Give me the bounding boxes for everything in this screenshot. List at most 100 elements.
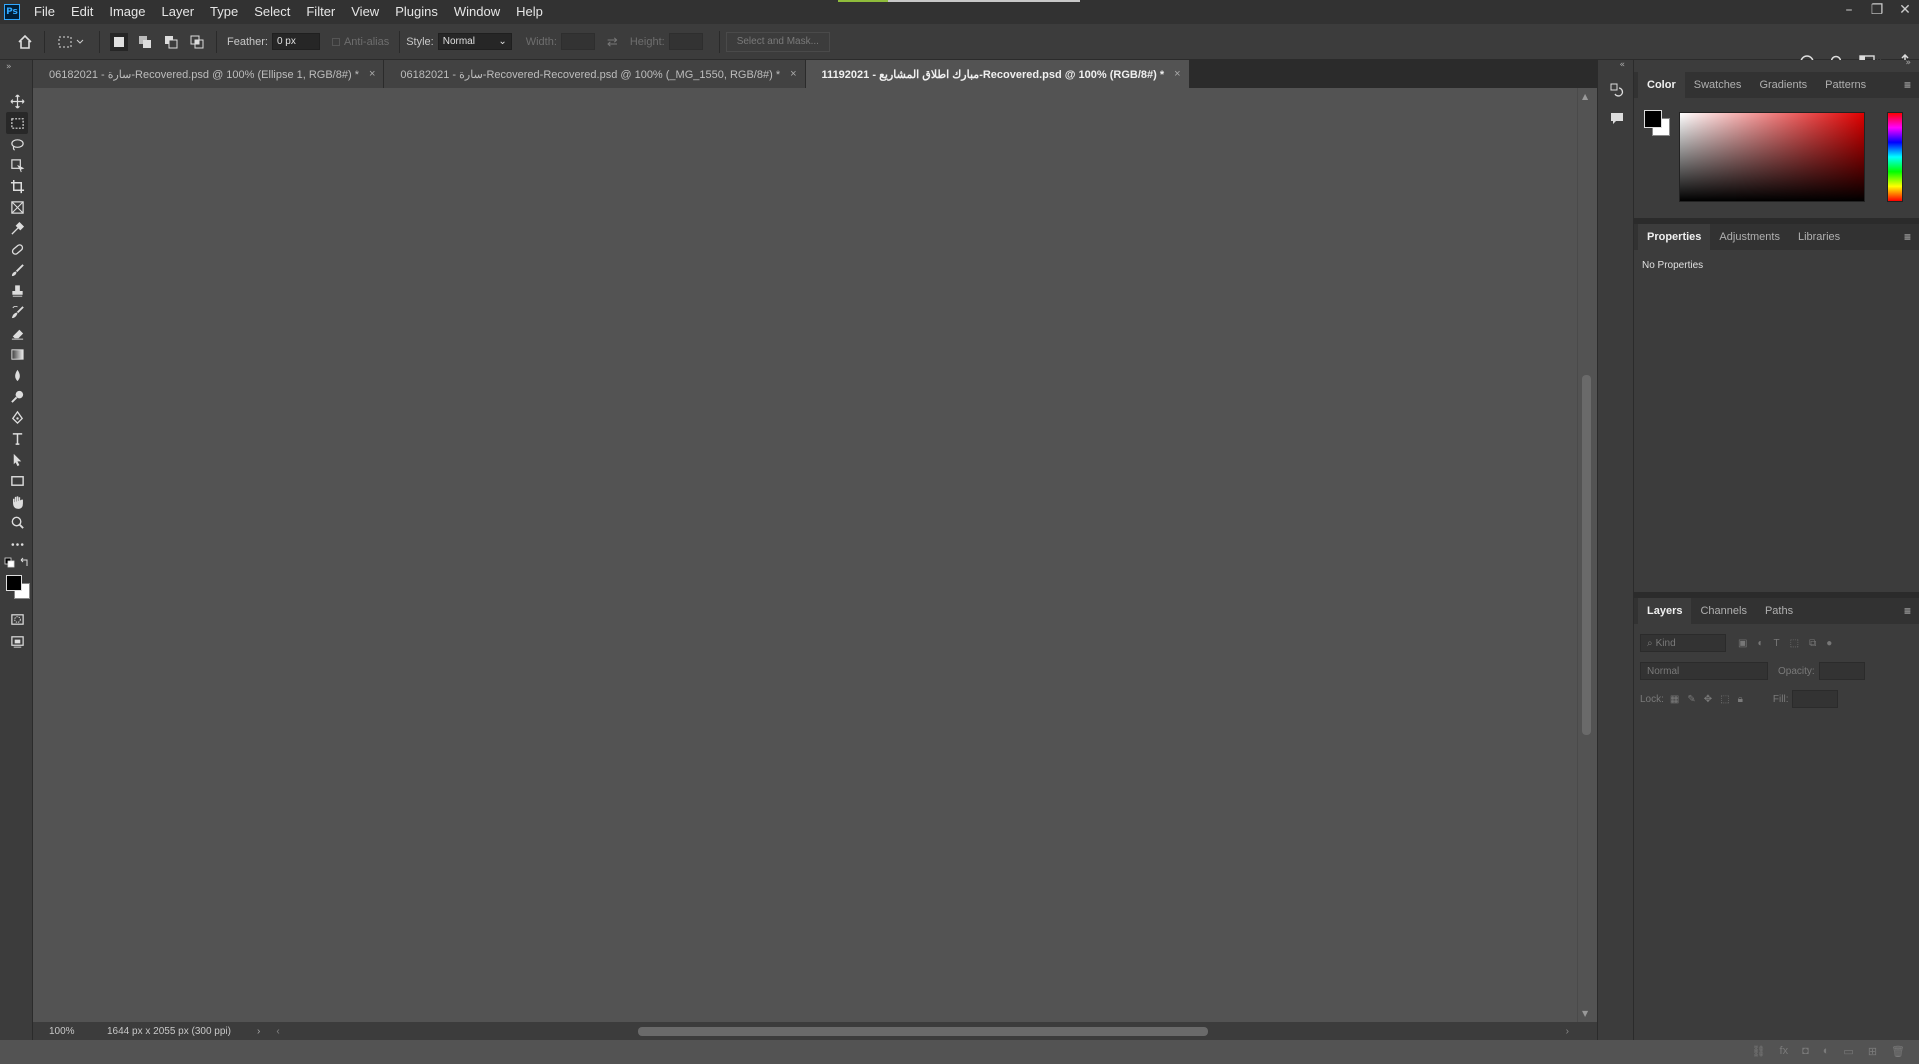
- type-tool[interactable]: [6, 427, 28, 449]
- eraser-tool[interactable]: [6, 322, 28, 344]
- rectangular-marquee-tool[interactable]: [6, 112, 28, 134]
- menu-image[interactable]: Image: [101, 0, 153, 24]
- opacity-input[interactable]: [1818, 662, 1865, 680]
- default-colors-control[interactable]: [4, 557, 30, 569]
- crop-tool[interactable]: [6, 175, 28, 197]
- vertical-scrollbar[interactable]: ▲ ▼: [1577, 88, 1597, 1022]
- menu-filter[interactable]: Filter: [298, 0, 343, 24]
- add-mask-icon[interactable]: ◘: [1802, 1045, 1809, 1057]
- panel-menu-icon[interactable]: ≡: [1904, 604, 1911, 618]
- tab-channels[interactable]: Channels: [1691, 598, 1755, 624]
- collapse-toolbar-icon[interactable]: »: [6, 62, 12, 72]
- width-input[interactable]: [560, 33, 595, 50]
- zoom-level[interactable]: 100%: [49, 1026, 107, 1037]
- filter-pixel-icon[interactable]: ▣: [1738, 638, 1747, 649]
- healing-brush-tool[interactable]: [6, 238, 28, 260]
- history-brush-tool[interactable]: [6, 301, 28, 323]
- close-window-button[interactable]: ✕: [1891, 0, 1919, 20]
- filter-toggle-icon[interactable]: ●: [1826, 638, 1832, 649]
- gradient-tool[interactable]: [6, 343, 28, 365]
- pen-tool[interactable]: [6, 406, 28, 428]
- close-tab-icon[interactable]: ×: [369, 68, 375, 80]
- blend-mode-select[interactable]: Normal: [1640, 662, 1768, 680]
- edit-toolbar-button[interactable]: [6, 533, 28, 555]
- intersect-selection-button[interactable]: [188, 33, 206, 51]
- comments-panel-button[interactable]: [1609, 110, 1625, 129]
- tab-libraries[interactable]: Libraries: [1789, 224, 1849, 250]
- close-tab-icon[interactable]: ×: [1174, 68, 1180, 80]
- status-menu-arrow-icon[interactable]: ›: [257, 1026, 260, 1037]
- rectangle-tool[interactable]: [6, 469, 28, 491]
- adjustment-layer-icon[interactable]: ◐: [1823, 1045, 1830, 1057]
- scroll-right-icon[interactable]: ›: [1566, 1026, 1569, 1037]
- tab-document-1[interactable]: 06182021 - سارة-Recovered.psd @ 100% (El…: [33, 60, 385, 88]
- horizontal-scroll-thumb[interactable]: [638, 1027, 1208, 1036]
- add-selection-button[interactable]: [136, 33, 154, 51]
- lock-all-icon[interactable]: 🔒︎: [1738, 694, 1743, 705]
- frame-tool[interactable]: [6, 196, 28, 218]
- scroll-left-icon[interactable]: ‹: [276, 1026, 279, 1037]
- filter-shape-icon[interactable]: ⬚: [1790, 638, 1799, 649]
- tab-layers[interactable]: Layers: [1638, 598, 1692, 624]
- filter-adjustment-icon[interactable]: ◐: [1757, 638, 1763, 649]
- tab-gradients[interactable]: Gradients: [1750, 72, 1816, 98]
- collapse-dock-icon[interactable]: «: [1619, 60, 1625, 70]
- blur-tool[interactable]: [6, 364, 28, 386]
- scroll-down-icon[interactable]: ▼: [1582, 1009, 1588, 1018]
- style-select[interactable]: Normal ⌄: [437, 33, 512, 50]
- lock-transparent-icon[interactable]: ▦: [1670, 694, 1679, 705]
- tab-swatches[interactable]: Swatches: [1685, 72, 1751, 98]
- menu-plugins[interactable]: Plugins: [387, 0, 446, 24]
- new-selection-button[interactable]: [110, 32, 128, 51]
- screen-mode-button[interactable]: [6, 630, 28, 652]
- foreground-color-chip[interactable]: [1644, 110, 1662, 128]
- tool-preset-picker[interactable]: [55, 33, 89, 51]
- menu-layer[interactable]: Layer: [154, 0, 203, 24]
- tab-document-2[interactable]: 06182021 - سارة-Recovered-Recovered.psd …: [384, 60, 806, 88]
- quick-mask-button[interactable]: [6, 608, 28, 630]
- path-selection-tool[interactable]: [6, 448, 28, 470]
- tab-properties[interactable]: Properties: [1638, 224, 1711, 250]
- height-input[interactable]: [668, 33, 703, 50]
- restore-button[interactable]: ❐: [1863, 0, 1891, 20]
- foreground-background-swatches[interactable]: [4, 573, 32, 601]
- panel-menu-icon[interactable]: ≡: [1904, 78, 1911, 92]
- menu-help[interactable]: Help: [508, 0, 551, 24]
- layer-kind-select[interactable]: ⌕ Kind: [1640, 634, 1726, 652]
- layer-style-icon[interactable]: fx: [1780, 1045, 1789, 1057]
- menu-view[interactable]: View: [343, 0, 387, 24]
- new-group-icon[interactable]: ▭: [1843, 1045, 1853, 1058]
- anti-alias-checkbox[interactable]: [331, 37, 340, 46]
- menu-edit[interactable]: Edit: [63, 0, 101, 24]
- home-button[interactable]: [16, 33, 34, 51]
- lasso-tool[interactable]: [6, 133, 28, 155]
- menu-select[interactable]: Select: [246, 0, 298, 24]
- fill-input[interactable]: [1792, 690, 1839, 708]
- feather-input[interactable]: 0 px: [271, 33, 320, 50]
- hue-slider[interactable]: [1887, 112, 1903, 202]
- color-field[interactable]: [1679, 112, 1865, 202]
- menu-type[interactable]: Type: [202, 0, 246, 24]
- hand-tool[interactable]: [6, 490, 28, 512]
- eyedropper-tool[interactable]: [6, 217, 28, 239]
- filter-smart-object-icon[interactable]: ⧉: [1809, 638, 1816, 649]
- clone-stamp-tool[interactable]: [6, 280, 28, 302]
- filter-type-icon[interactable]: T: [1774, 638, 1780, 649]
- brush-tool[interactable]: [6, 259, 28, 281]
- history-panel-button[interactable]: [1609, 82, 1625, 101]
- foreground-color-swatch[interactable]: [6, 575, 22, 591]
- move-tool[interactable]: [6, 90, 28, 112]
- new-layer-icon[interactable]: ⊞: [1868, 1045, 1877, 1058]
- lock-artboard-icon[interactable]: ⬚: [1720, 694, 1729, 705]
- minimize-button[interactable]: –: [1835, 0, 1863, 20]
- select-and-mask-button[interactable]: Select and Mask...: [725, 31, 830, 52]
- subtract-selection-button[interactable]: [162, 33, 180, 51]
- tab-patterns[interactable]: Patterns: [1816, 72, 1875, 98]
- menu-window[interactable]: Window: [446, 0, 508, 24]
- vertical-scroll-thumb[interactable]: [1582, 375, 1591, 735]
- menu-file[interactable]: File: [26, 0, 63, 24]
- delete-layer-icon[interactable]: 🗑︎: [1891, 1045, 1905, 1058]
- panel-menu-icon[interactable]: ≡: [1904, 230, 1911, 244]
- canvas-area[interactable]: [33, 88, 1577, 1022]
- object-selection-tool[interactable]: [6, 154, 28, 176]
